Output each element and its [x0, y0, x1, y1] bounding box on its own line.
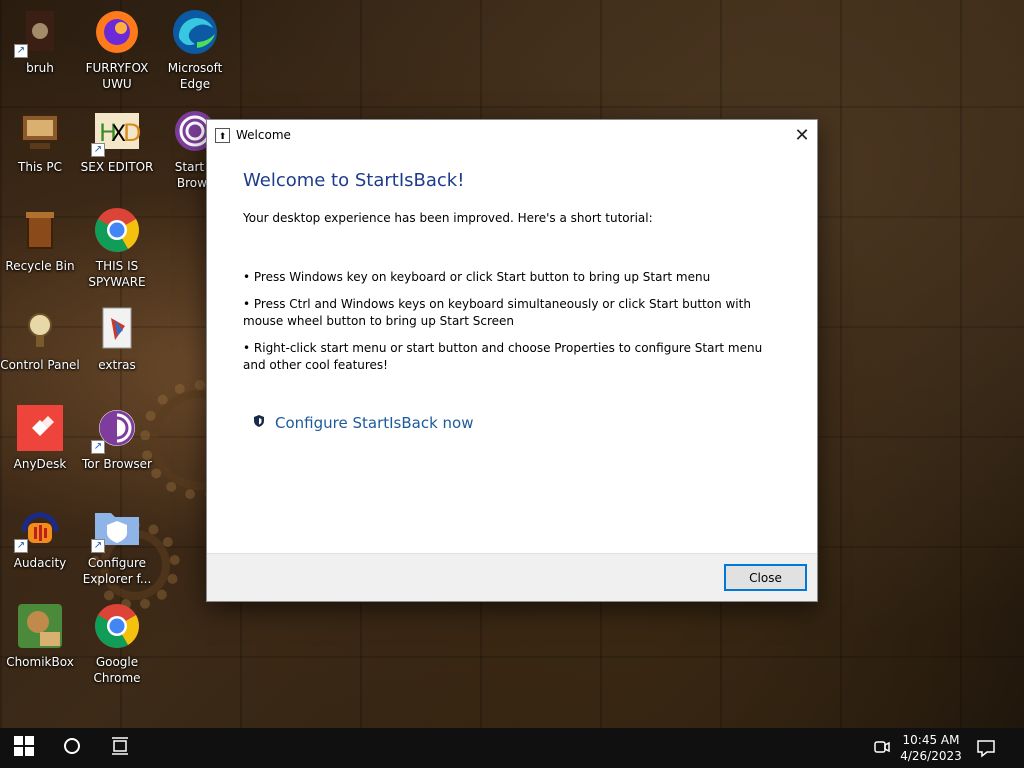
desktop-icon-this-pc[interactable]: This PC	[0, 103, 80, 195]
desktop-icon-label: SEX EDITOR	[80, 160, 154, 174]
dialog-body: Welcome to StartIsBack! Your desktop exp…	[207, 150, 817, 432]
anydesk-icon	[16, 404, 64, 452]
close-window-button[interactable]: ✕	[787, 120, 817, 150]
start-button[interactable]	[0, 728, 48, 768]
desktop-icon-sex-editor[interactable]: HXD ↗ SEX EDITOR	[77, 103, 157, 195]
welcome-dialog: ⬆ Welcome ✕ Welcome to StartIsBack! Your…	[206, 119, 818, 602]
tor-browser-icon: ↗	[91, 404, 141, 454]
shortcut-arrow-icon: ↗	[91, 539, 105, 553]
notification-icon[interactable]	[976, 738, 996, 762]
desktop-icon-google-chrome[interactable]: Google Chrome	[77, 598, 157, 690]
dialog-heading: Welcome to StartIsBack!	[243, 170, 465, 191]
edge-icon	[171, 8, 219, 56]
shortcut-arrow-icon: ↗	[91, 143, 105, 157]
clock-time: 10:45 AM	[902, 733, 960, 747]
dialog-intro: Your desktop experience has been improve…	[243, 211, 653, 225]
desktop-icon-label: Audacity	[13, 556, 67, 570]
desktop-icon-anydesk[interactable]: AnyDesk	[0, 400, 80, 492]
desktop-icon-label: THIS IS SPYWARE	[88, 259, 146, 289]
chomikbox-icon	[16, 602, 64, 650]
audacity-icon: ↗	[14, 503, 64, 553]
desktop-icon-label: This PC	[18, 160, 62, 174]
shortcut-arrow-icon: ↗	[14, 539, 28, 553]
hex-editor-icon: HXD ↗	[91, 107, 141, 157]
desktop-icon-extras[interactable]: extras	[77, 301, 157, 393]
search-circle-icon	[63, 737, 81, 759]
windows-logo-icon	[14, 736, 34, 760]
desktop-icon-label: extras	[98, 358, 136, 372]
dialog-titlebar[interactable]: ⬆ Welcome	[207, 120, 817, 150]
configure-link-label: Configure StartIsBack now	[275, 414, 474, 432]
shortcut-arrow-icon: ↗	[14, 44, 28, 58]
firefox-icon	[93, 8, 141, 56]
desktop-icon-label: Recycle Bin	[5, 259, 75, 273]
close-icon: ✕	[794, 124, 810, 146]
tutorial-bullet: • Press Ctrl and Windows keys on keyboar…	[243, 297, 751, 328]
desktop-icon-label: ChomikBox	[6, 655, 74, 669]
tutorial-bullet: • Right-click start menu or start button…	[243, 341, 763, 372]
meet-now-icon[interactable]	[874, 738, 890, 760]
chrome-icon	[93, 602, 141, 650]
task-view-button[interactable]	[96, 728, 144, 768]
computer-icon	[16, 107, 64, 155]
task-view-icon	[110, 737, 130, 759]
extras-icon	[93, 305, 141, 353]
desktop-icon-furryfox[interactable]: FURRYFOX UWU	[77, 4, 157, 96]
close-button[interactable]: Close	[724, 564, 807, 591]
dialog-footer: Close	[207, 553, 817, 601]
desktop-icon-label: Google Chrome	[93, 655, 141, 685]
folder-shield-icon: ↗	[91, 503, 141, 553]
desktop-icon-this-is-spyware[interactable]: THIS IS SPYWARE	[77, 202, 157, 294]
taskbar: 10:45 AM 4/26/2023	[0, 728, 1024, 768]
dialog-title: Welcome	[236, 128, 291, 142]
desktop-icon-recycle-bin[interactable]: Recycle Bin	[0, 202, 80, 294]
configure-startisback-link[interactable]: Configure StartIsBack now	[253, 414, 781, 432]
desktop-icon-bruh[interactable]: ↗ bruh	[0, 4, 80, 96]
bruh-icon: ↗	[14, 8, 64, 58]
desktop-icon-label: Microsoft Edge	[167, 61, 223, 91]
desktop-icon-label: Configure Explorer f...	[82, 556, 152, 586]
desktop-icon-label: bruh	[26, 61, 54, 75]
desktop-icon-control-panel[interactable]: Control Panel	[0, 301, 80, 393]
clock-date: 4/26/2023	[900, 749, 962, 763]
search-button[interactable]	[48, 728, 96, 768]
desktop-icon-label: FURRYFOX UWU	[85, 61, 149, 91]
control-panel-icon	[16, 305, 64, 353]
desktop-icon-label: AnyDesk	[13, 457, 67, 471]
desktop-icon-label: Tor Browser	[81, 457, 152, 471]
desktop-icon-label: Control Panel	[0, 358, 80, 372]
svg-text:D: D	[123, 119, 141, 147]
desktop-icon-tor-browser[interactable]: ↗ Tor Browser	[77, 400, 157, 492]
app-window-icon: ⬆	[215, 127, 230, 143]
shield-icon	[253, 414, 265, 432]
taskbar-clock[interactable]: 10:45 AM 4/26/2023	[896, 732, 966, 764]
desktop-icon-microsoft-edge[interactable]: Microsoft Edge	[155, 4, 235, 96]
shortcut-arrow-icon: ↗	[91, 440, 105, 454]
desktop-icon-chomikbox[interactable]: ChomikBox	[0, 598, 80, 690]
desktop-icon-audacity[interactable]: ↗ Audacity	[0, 499, 80, 591]
recycle-bin-icon	[16, 206, 64, 254]
chrome-icon	[93, 206, 141, 254]
desktop-icon-configure-explorer[interactable]: ↗ Configure Explorer f...	[77, 499, 157, 591]
tutorial-bullet: • Press Windows key on keyboard or click…	[243, 270, 711, 284]
